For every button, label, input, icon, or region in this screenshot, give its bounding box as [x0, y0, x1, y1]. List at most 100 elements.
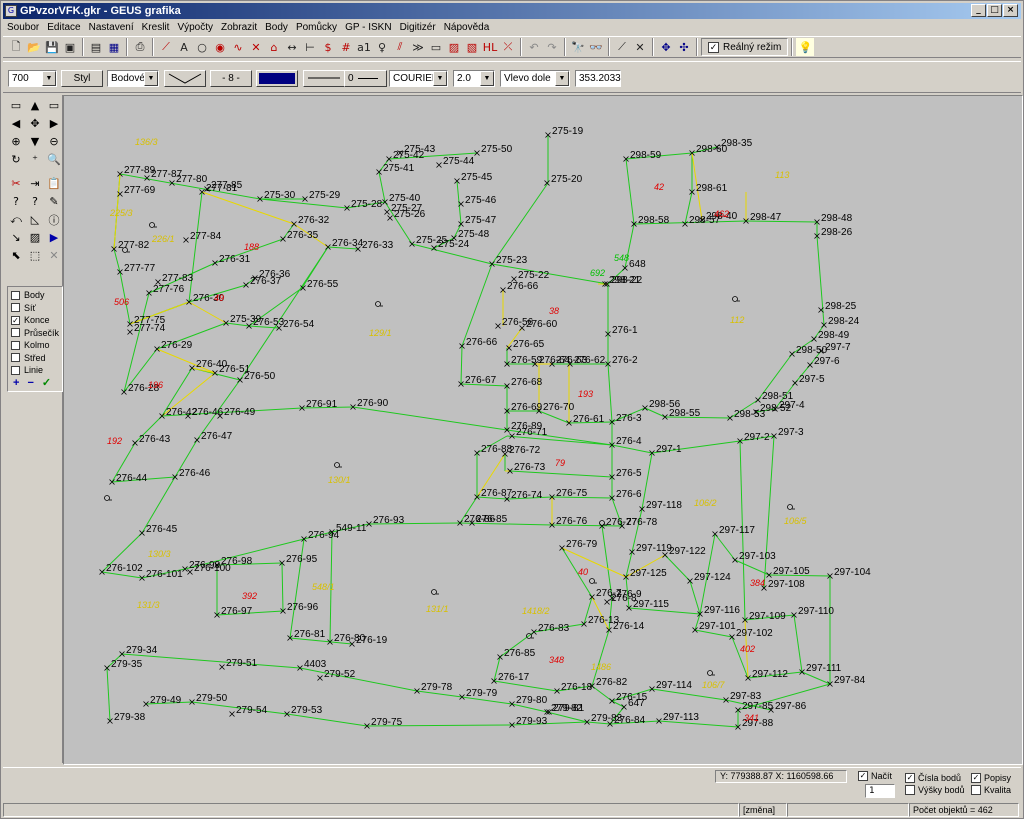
snap-body[interactable]: Body: [11, 289, 59, 302]
node-icon[interactable]: ⤺: [7, 211, 25, 228]
zoom-out-icon[interactable]: ⊖: [45, 133, 63, 150]
line-width-button[interactable]: [303, 70, 345, 87]
snap-confirm-button[interactable]: ✓: [42, 376, 51, 389]
menu-editace[interactable]: Editace: [43, 22, 84, 33]
snap-linie[interactable]: Linie: [11, 364, 59, 377]
deselect-icon[interactable]: ✕: [45, 247, 63, 264]
save-icon[interactable]: 💾: [43, 38, 61, 56]
open-folder-icon[interactable]: 📂: [25, 38, 43, 56]
rect-icon[interactable]: ▭: [45, 97, 63, 114]
snap-sit[interactable]: Síť: [11, 302, 59, 315]
edit-text-icon[interactable]: ✎: [45, 193, 63, 210]
binoculars-icon[interactable]: 👓: [587, 38, 605, 56]
real-mode-toggle[interactable]: ✓ Reálný režim: [701, 38, 789, 56]
undo-icon[interactable]: ↶: [525, 38, 543, 56]
menu-vypocty[interactable]: Výpočty: [173, 22, 217, 33]
zoom-points-icon[interactable]: ⁺: [26, 151, 44, 168]
map-drawing[interactable]: 277-89277-87277-69277-80277-85277-81275-…: [64, 96, 1023, 765]
popisy-option[interactable]: ✓ Popisy: [971, 773, 1011, 783]
select-line-icon[interactable]: ↘: [7, 229, 25, 246]
menu-zobrazit[interactable]: Zobrazit: [217, 22, 261, 33]
cross-lines-icon[interactable]: #: [337, 38, 355, 56]
nacit-input[interactable]: 1: [865, 784, 895, 798]
minimize-button[interactable]: _: [971, 4, 986, 17]
clear-icon[interactable]: ⤫: [499, 38, 517, 56]
zoom-search-icon[interactable]: 🔍: [45, 151, 63, 168]
snap-kolmo[interactable]: Kolmo: [11, 339, 59, 352]
save-all-icon[interactable]: ▣: [61, 38, 79, 56]
menu-soubor[interactable]: Soubor: [3, 22, 43, 33]
find-icon[interactable]: 🔭: [569, 38, 587, 56]
menu-nastaveni[interactable]: Nastavení: [85, 22, 138, 33]
table-icon[interactable]: ▦: [105, 38, 123, 56]
snap-body-checkbox[interactable]: [11, 290, 20, 300]
delete-tool-icon[interactable]: ✕: [247, 38, 265, 56]
pan-down-icon[interactable]: ▼: [26, 133, 44, 150]
curve-tool-icon[interactable]: ∿: [229, 38, 247, 56]
close-button[interactable]: ×: [1003, 4, 1018, 17]
text-tool-icon[interactable]: A: [175, 38, 193, 56]
circle-tool-icon[interactable]: ○: [193, 38, 211, 56]
menu-pomucky[interactable]: Pomůcky: [292, 22, 341, 33]
menu-gp-iskn[interactable]: GP - ISKN: [341, 22, 396, 33]
nacit-option[interactable]: ✓ Načít: [858, 771, 892, 781]
menu-napoveda[interactable]: Nápověda: [440, 22, 494, 33]
redo-icon[interactable]: ↷: [543, 38, 561, 56]
kvalita-checkbox[interactable]: [971, 785, 981, 795]
pan-up-icon[interactable]: ▲: [26, 97, 44, 114]
point-type-select[interactable]: Bodové ▼: [107, 70, 159, 87]
snap-sit-checkbox[interactable]: [11, 303, 20, 313]
play-icon[interactable]: ▶: [45, 229, 63, 246]
snap-stred-checkbox[interactable]: [11, 353, 20, 363]
info-icon[interactable]: ⓘ: [45, 211, 63, 228]
figure-icon[interactable]: ♀: [373, 38, 391, 56]
a1-icon[interactable]: a1: [355, 38, 373, 56]
pan-right-icon[interactable]: ▶: [45, 115, 63, 132]
pattern-icon[interactable]: ▨: [445, 38, 463, 56]
strike-icon[interactable]: $: [319, 38, 337, 56]
angle-icon[interactable]: ⟋: [613, 38, 631, 56]
maximize-button[interactable]: □: [987, 4, 1002, 17]
zoom-all-icon[interactable]: ✥: [26, 115, 44, 132]
size-select[interactable]: 2.0 ▼: [453, 70, 495, 87]
snap-linie-checkbox[interactable]: [11, 365, 20, 375]
text-query-icon[interactable]: ?: [7, 193, 25, 210]
menu-digitizer[interactable]: Digitizér: [396, 22, 440, 33]
vysky-bodu-checkbox[interactable]: [905, 785, 915, 795]
color-button[interactable]: [256, 70, 298, 87]
cisla-bodu-option[interactable]: ✓ Čísla bodů: [905, 773, 961, 783]
scale-select[interactable]: 700 ▼: [8, 70, 57, 87]
new-file-icon[interactable]: 🗋: [7, 38, 25, 56]
paste-icon[interactable]: 📋: [45, 175, 63, 192]
house-icon[interactable]: ⌂: [265, 38, 283, 56]
popisy-checkbox[interactable]: ✓: [971, 773, 981, 783]
snap-remove-button[interactable]: −: [27, 377, 33, 389]
properties-icon[interactable]: ▤: [87, 38, 105, 56]
style-button[interactable]: Styl: [61, 70, 103, 87]
line-tool-icon[interactable]: ⟋: [157, 38, 175, 56]
arrow-to-icon[interactable]: ⇥: [26, 175, 44, 192]
hl-icon[interactable]: HL: [481, 38, 499, 56]
real-mode-checkbox[interactable]: ✓: [708, 41, 719, 53]
move-icon[interactable]: ✥: [657, 38, 675, 56]
font-select[interactable]: COURIER ▼: [389, 70, 448, 87]
lightbulb-icon[interactable]: 💡: [796, 38, 815, 56]
frame-icon[interactable]: ▭: [427, 38, 445, 56]
line-shape-button[interactable]: [164, 70, 206, 87]
chevron-icon[interactable]: ≫: [409, 38, 427, 56]
zoom-refresh-icon[interactable]: ↻: [7, 151, 25, 168]
menu-kreslit[interactable]: Kreslit: [138, 22, 174, 33]
snap-add-button[interactable]: +: [13, 377, 19, 389]
triangle-icon[interactable]: ◺: [26, 211, 44, 228]
select-area-icon[interactable]: ▨: [26, 229, 44, 246]
map-canvas[interactable]: 277-89 277-87 277-69 277-80 277-85 277-81 275-…: [63, 95, 1023, 765]
zoom-in-icon[interactable]: ⊕: [7, 133, 25, 150]
line-type-button[interactable]: - 8 -: [210, 70, 252, 87]
kvalita-option[interactable]: Kvalita: [971, 785, 1011, 795]
cut-icon[interactable]: ✂: [7, 175, 25, 192]
snap-konce[interactable]: ✓ Konce: [11, 314, 59, 327]
snap-kolmo-checkbox[interactable]: [11, 340, 20, 350]
hatch-icon[interactable]: ⫽: [391, 38, 409, 56]
intersect-icon[interactable]: ✕: [631, 38, 649, 56]
width-value-button[interactable]: 0: [344, 70, 387, 87]
